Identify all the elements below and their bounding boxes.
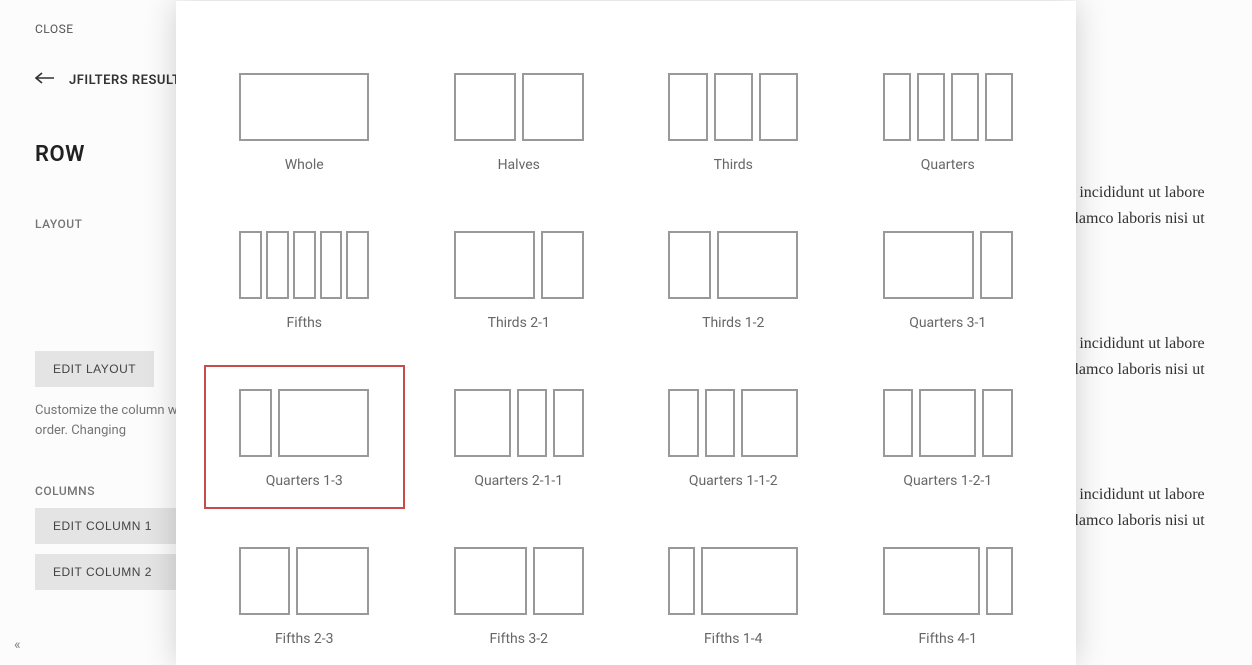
layout-thumb-icon: [239, 547, 369, 615]
layout-option-label: Fifths 1-4: [645, 631, 822, 647]
layout-option-label: Whole: [216, 157, 393, 173]
layout-thumb-icon: [668, 547, 798, 615]
layout-grid: Whole Halves Thirds Quarters Fifths Thirds 2-…: [176, 1, 1076, 665]
layout-option-label: Quarters 1-1-2: [645, 473, 822, 489]
layout-option-quarters[interactable]: Quarters: [848, 49, 1049, 193]
layout-thumb-icon: [668, 231, 798, 299]
layout-option-label: Quarters 1-2-1: [860, 473, 1037, 489]
layout-option-fifths[interactable]: Fifths: [204, 207, 405, 351]
layout-thumb-icon: [239, 73, 369, 141]
layout-option-label: Thirds: [645, 157, 822, 173]
layout-thumb-icon: [668, 389, 798, 457]
layout-option-fifths-2-3[interactable]: Fifths 2-3: [204, 523, 405, 665]
layout-thumb-icon: [239, 389, 369, 457]
layout-thumb-icon: [883, 231, 1013, 299]
layout-picker-modal: Whole Halves Thirds Quarters Fifths Thirds 2-…: [176, 1, 1076, 665]
layout-thumb-icon: [454, 389, 584, 457]
layout-thumb-icon: [883, 73, 1013, 141]
layout-option-label: Quarters 3-1: [860, 315, 1037, 331]
layout-thumb-icon: [668, 73, 798, 141]
layout-thumb-icon: [239, 231, 369, 299]
layout-option-label: Fifths 4-1: [860, 631, 1037, 647]
layout-option-fifths-1-4[interactable]: Fifths 1-4: [633, 523, 834, 665]
layout-option-label: Quarters 2-1-1: [431, 473, 608, 489]
layout-option-label: Quarters 1-3: [216, 473, 393, 489]
layout-option-quarters-2-1-1[interactable]: Quarters 2-1-1: [419, 365, 620, 509]
layout-option-quarters-3-1[interactable]: Quarters 3-1: [848, 207, 1049, 351]
layout-option-label: Fifths: [216, 315, 393, 331]
layout-option-label: Halves: [431, 157, 608, 173]
layout-option-thirds-1-2[interactable]: Thirds 1-2: [633, 207, 834, 351]
layout-thumb-icon: [454, 547, 584, 615]
layout-option-label: Thirds 2-1: [431, 315, 608, 331]
layout-option-label: Quarters: [860, 157, 1037, 173]
layout-option-label: Fifths 2-3: [216, 631, 393, 647]
layout-thumb-icon: [454, 73, 584, 141]
layout-thumb-icon: [883, 547, 1013, 615]
layout-option-halves[interactable]: Halves: [419, 49, 620, 193]
layout-option-thirds-2-1[interactable]: Thirds 2-1: [419, 207, 620, 351]
layout-option-fifths-4-1[interactable]: Fifths 4-1: [848, 523, 1049, 665]
layout-option-label: Fifths 3-2: [431, 631, 608, 647]
layout-option-quarters-1-2-1[interactable]: Quarters 1-2-1: [848, 365, 1049, 509]
layout-thumb-icon: [454, 231, 584, 299]
layout-option-fifths-3-2[interactable]: Fifths 3-2: [419, 523, 620, 665]
layout-option-quarters-1-3[interactable]: Quarters 1-3: [204, 365, 405, 509]
layout-thumb-icon: [883, 389, 1013, 457]
layout-option-quarters-1-1-2[interactable]: Quarters 1-1-2: [633, 365, 834, 509]
layout-option-whole[interactable]: Whole: [204, 49, 405, 193]
layout-option-label: Thirds 1-2: [645, 315, 822, 331]
layout-option-thirds[interactable]: Thirds: [633, 49, 834, 193]
